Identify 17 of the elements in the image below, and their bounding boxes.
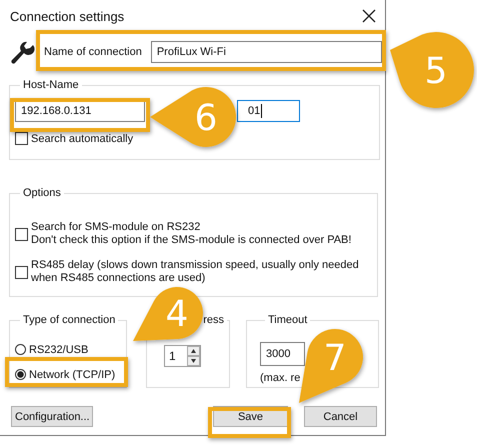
group-title: Host-Name [22, 79, 80, 91]
group-title: Options [22, 187, 62, 199]
group-title: Timeout [267, 314, 308, 326]
group-title: ress [202, 314, 225, 326]
checkbox-label: Search for SMS-module on RS232 Don't check this option if the SMS-module is connected over PAB! [31, 221, 352, 247]
group-title: Type of connection [22, 314, 116, 326]
callout-marker: 6 [150, 87, 236, 147]
callout-marker: 7 [299, 329, 364, 403]
callout-marker: 4 [133, 287, 203, 341]
timeout-note: (max. re [260, 372, 302, 384]
checkbox-label: RS485 delay (slows down transmission speed, usually only needed when RS485 connections are used) [31, 259, 359, 285]
field-label: Name of connection [44, 46, 142, 58]
radio-label: Network (TCP/IP) [29, 368, 116, 380]
callout-marker: 5 [390, 32, 474, 108]
checkbox-label: Search automatically [31, 132, 134, 144]
radio-label: RS232/USB [29, 344, 88, 356]
window-title: Connection settings [10, 8, 124, 24]
